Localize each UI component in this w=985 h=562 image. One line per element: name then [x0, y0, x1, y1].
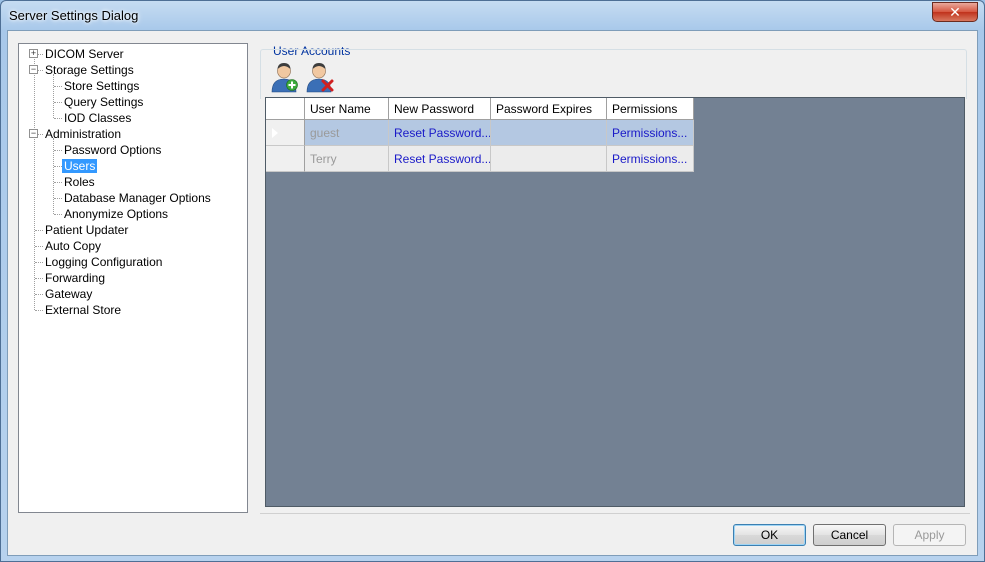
close-button[interactable]: ✕ [932, 2, 978, 22]
dialog-client-area: + DICOM Server − Storage Settings Store Sett… [7, 30, 978, 556]
password-expires-cell[interactable] [491, 120, 607, 146]
tree-connector-line [54, 118, 62, 119]
tree-connector-line [35, 230, 43, 231]
tree-item-anonymize-options[interactable]: Anonymize Options [62, 206, 170, 222]
tree-item-storage-settings[interactable]: Storage Settings [43, 62, 136, 78]
close-icon: ✕ [949, 3, 961, 20]
delete-user-icon [306, 63, 334, 93]
tree-item-label: Auto Copy [45, 239, 102, 253]
grid-header: User Name New Password Password Expires … [266, 98, 694, 120]
table-row[interactable]: Terry Reset Password... Permissions... [266, 146, 694, 172]
tree-item-label: Database Manager Options [64, 191, 211, 205]
user-name-cell[interactable]: Terry [305, 146, 389, 172]
tree-connector-line [35, 246, 43, 247]
tree-connector-line [34, 54, 35, 310]
tree-connector-line [53, 74, 54, 118]
server-settings-dialog: Server Settings Dialog ✕ + DICOM Server − S… [0, 0, 985, 562]
tree-connector-line [35, 262, 43, 263]
tree-item-patient-updater[interactable]: Patient Updater [43, 222, 130, 238]
add-user-icon [271, 63, 298, 93]
expand-icon[interactable]: + [29, 49, 38, 58]
tree-item-password-options[interactable]: Password Options [62, 142, 163, 158]
tree-item-label: Storage Settings [45, 63, 134, 77]
column-header-user-name[interactable]: User Name [305, 98, 389, 120]
reset-password-link[interactable]: Reset Password... [389, 146, 491, 172]
tree-item-label: Query Settings [64, 95, 144, 109]
tree-connector-line [54, 166, 62, 167]
tree-item-label: Roles [64, 175, 95, 189]
tree-item-forwarding[interactable]: Forwarding [43, 270, 107, 286]
collapse-icon[interactable]: − [29, 65, 38, 74]
user-accounts-grid[interactable]: User Name New Password Password Expires … [265, 97, 965, 507]
add-user-button[interactable] [270, 61, 300, 93]
tree-item-label: Patient Updater [45, 223, 129, 237]
tree-connector-line [54, 102, 62, 103]
tree-connector-line [54, 86, 62, 87]
delete-user-button[interactable] [305, 61, 335, 93]
row-header[interactable] [266, 120, 305, 146]
tree-item-auto-copy[interactable]: Auto Copy [43, 238, 103, 254]
tree-item-database-manager-options[interactable]: Database Manager Options [62, 190, 213, 206]
tree-item-label: Anonymize Options [64, 207, 169, 221]
tree-connector-line [54, 150, 62, 151]
tree-connector-line [35, 278, 43, 279]
tree-item-logging-configuration[interactable]: Logging Configuration [43, 254, 164, 270]
tree-item-label: Administration [45, 127, 122, 141]
title-bar[interactable]: Server Settings Dialog ✕ [1, 1, 984, 31]
tree-item-label: Forwarding [45, 271, 106, 285]
tree-item-administration[interactable]: Administration [43, 126, 123, 142]
tree-item-iod-classes[interactable]: IOD Classes [62, 110, 133, 126]
tree-item-users[interactable]: Users [62, 158, 98, 174]
cancel-button[interactable]: Cancel [813, 524, 886, 546]
tree-item-store-settings[interactable]: Store Settings [62, 78, 141, 94]
column-header-permissions[interactable]: Permissions [607, 98, 694, 120]
user-name-cell[interactable]: guest [305, 120, 389, 146]
collapse-icon[interactable]: − [29, 129, 38, 138]
row-header[interactable] [266, 146, 305, 172]
tree-connector-line [35, 294, 43, 295]
tree-connector-line [35, 310, 43, 311]
tree-item-label: Password Options [64, 143, 162, 157]
tree-item-label: Logging Configuration [45, 255, 163, 269]
tree-item-dicom-server[interactable]: DICOM Server [43, 46, 126, 62]
tree-item-label: IOD Classes [64, 111, 132, 125]
password-expires-cell[interactable] [491, 146, 607, 172]
current-row-arrow-icon [272, 128, 278, 138]
reset-password-link[interactable]: Reset Password... [389, 120, 491, 146]
tree-item-gateway[interactable]: Gateway [43, 286, 94, 302]
settings-tree[interactable]: + DICOM Server − Storage Settings Store Sett… [18, 43, 248, 513]
tree-connector-line [54, 198, 62, 199]
row-header-corner [266, 98, 305, 120]
permissions-link[interactable]: Permissions... [607, 146, 694, 172]
tree-item-roles[interactable]: Roles [62, 174, 97, 190]
tree-item-query-settings[interactable]: Query Settings [62, 94, 145, 110]
column-header-new-password[interactable]: New Password [389, 98, 491, 120]
tree-connector-line [53, 138, 54, 214]
tree-connector-line [54, 214, 62, 215]
tree-connector-line [54, 182, 62, 183]
apply-button[interactable]: Apply [893, 524, 966, 546]
window-title: Server Settings Dialog [9, 8, 139, 23]
tree-item-label: DICOM Server [45, 47, 124, 61]
ok-button[interactable]: OK [733, 524, 806, 546]
column-header-password-expires[interactable]: Password Expires [491, 98, 607, 120]
tree-item-label: Gateway [45, 287, 93, 301]
footer-separator [260, 513, 970, 514]
permissions-link[interactable]: Permissions... [607, 120, 694, 146]
tree-item-label: External Store [45, 303, 122, 317]
table-row[interactable]: guest Reset Password... Permissions... [266, 120, 694, 146]
user-accounts-group [260, 49, 967, 99]
tree-item-label: Users [62, 159, 98, 173]
tree-item-label: Store Settings [64, 79, 140, 93]
tree-item-external-store[interactable]: External Store [43, 302, 123, 318]
